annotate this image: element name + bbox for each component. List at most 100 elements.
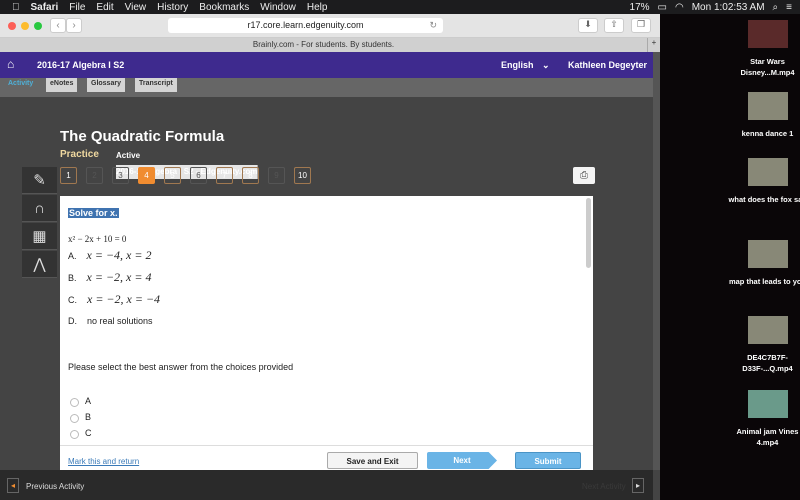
- chevron-down-icon[interactable]: ⌄: [542, 60, 550, 71]
- battery-icon[interactable]: ▭: [658, 2, 667, 13]
- question-9-button: 9: [268, 167, 285, 184]
- menu-bookmarks[interactable]: Bookmarks: [199, 2, 249, 13]
- question-8-button[interactable]: 8: [242, 167, 259, 184]
- file-name: Animal jam Vines 4.mp4: [736, 427, 799, 447]
- previous-activity-link[interactable]: Previous Activity: [26, 482, 84, 491]
- question-4-button[interactable]: 4: [138, 167, 155, 184]
- tab-enotes[interactable]: eNotes: [46, 78, 78, 92]
- file-thumbnail: [747, 20, 788, 48]
- user-name[interactable]: Kathleen Degeyter: [568, 60, 647, 70]
- menu-view[interactable]: View: [125, 2, 147, 13]
- question-5-button[interactable]: 5: [164, 167, 181, 184]
- option-c: C. x = −2, x = −4: [68, 292, 160, 307]
- question-1-button[interactable]: 1: [60, 167, 77, 184]
- radio-a[interactable]: [70, 398, 79, 407]
- zoom-window-button[interactable]: [34, 22, 42, 30]
- desktop-file[interactable]: map that leads to you: [725, 240, 800, 287]
- language-select[interactable]: English: [501, 60, 534, 70]
- option-text: no real solutions: [87, 316, 153, 326]
- radio-label-a[interactable]: A: [85, 396, 91, 406]
- file-thumbnail: [747, 92, 788, 120]
- url-text: r17.core.learn.edgenuity.com: [247, 20, 364, 30]
- back-button[interactable]: ‹: [50, 18, 66, 33]
- panel-footer: Mark this and return Save and Exit Next …: [60, 445, 593, 470]
- menu-edit[interactable]: Edit: [96, 2, 113, 13]
- next-activity-link: Next Activity: [582, 482, 626, 491]
- option-text: x = −4, x = 2: [86, 248, 152, 262]
- notification-icon[interactable]: ≡: [786, 2, 792, 13]
- desktop-file[interactable]: DE4C7B7F-D33F-...Q.mp4: [725, 316, 800, 374]
- home-icon[interactable]: ⌂: [7, 57, 14, 71]
- submit-button[interactable]: Submit: [515, 452, 581, 469]
- course-header: ⌂ 2016-17 Algebra I S2 English ⌄ Kathlee…: [0, 52, 653, 78]
- menu-window[interactable]: Window: [260, 2, 296, 13]
- downloads-button[interactable]: ⬇: [578, 18, 598, 33]
- panel-scrollbar[interactable]: [586, 198, 591, 268]
- menu-app[interactable]: Safari: [31, 2, 59, 13]
- tab-glossary[interactable]: Glossary: [87, 78, 125, 92]
- mark-and-return-link[interactable]: Mark this and return: [68, 457, 139, 466]
- battery-percent[interactable]: 17%: [630, 2, 650, 13]
- option-letter: B.: [68, 273, 77, 283]
- previous-arrow-icon[interactable]: ◂: [7, 478, 19, 493]
- headphones-tool-icon[interactable]: ∩: [22, 195, 57, 222]
- file-name: DE4C7B7F-D33F-...Q.mp4: [742, 353, 793, 373]
- desktop-file[interactable]: kenna dance 1: [725, 92, 800, 139]
- option-letter: C.: [68, 295, 77, 305]
- forward-button[interactable]: ›: [66, 18, 82, 33]
- save-exit-button[interactable]: Save and Exit: [327, 452, 418, 469]
- window-scrollbar[interactable]: [653, 52, 660, 470]
- minimize-window-button[interactable]: [21, 22, 29, 30]
- question-3-button: 3: [112, 167, 129, 184]
- file-thumbnail: [747, 390, 788, 418]
- option-d: D. no real solutions: [68, 316, 153, 326]
- question-10-button[interactable]: 10: [294, 167, 311, 184]
- question-7-button[interactable]: 7: [216, 167, 233, 184]
- next-button[interactable]: Next: [427, 452, 497, 469]
- file-name: kenna dance 1: [741, 129, 794, 138]
- reload-icon[interactable]: ↻: [429, 18, 437, 33]
- menu-help[interactable]: Help: [307, 2, 328, 13]
- instruction: Please select the best answer from the c…: [68, 362, 294, 372]
- pencil-tool-icon[interactable]: ✎: [22, 167, 57, 194]
- equation: x² − 2x + 10 = 0: [68, 234, 127, 244]
- menu-file[interactable]: File: [69, 2, 85, 13]
- tab-brainly[interactable]: Brainly.com - For students. By students.: [0, 38, 648, 52]
- question-6-button: 6: [190, 167, 207, 184]
- file-thumbnail: [747, 240, 788, 268]
- option-b: B. x = −2, x = 4: [68, 270, 151, 285]
- tab-activity[interactable]: Activity: [4, 78, 38, 92]
- share-button[interactable]: ⇧: [604, 18, 624, 33]
- address-bar[interactable]: r17.core.learn.edgenuity.com ↻: [168, 18, 443, 33]
- file-thumbnail: [747, 158, 788, 186]
- spotlight-icon[interactable]: ⌕: [773, 2, 779, 13]
- file-name: Star Wars Disney...M.mp4: [740, 57, 795, 77]
- tab-transcript[interactable]: Transcript: [135, 78, 177, 92]
- radio-b[interactable]: [70, 414, 79, 423]
- activity-tabs: Activity eNotes Glossary Transcript: [0, 78, 653, 97]
- close-window-button[interactable]: [8, 22, 16, 30]
- radio-label-c[interactable]: C: [85, 428, 92, 438]
- new-tab-button[interactable]: +: [648, 38, 660, 52]
- question-prompt: Solve for x.: [68, 208, 119, 218]
- tabs-overview-button[interactable]: ❐: [631, 18, 651, 33]
- file-thumbnail: [747, 316, 788, 344]
- desktop-file[interactable]: what does the fox say: [725, 158, 800, 205]
- calculator-tool-icon[interactable]: ▦: [22, 223, 57, 250]
- next-arrow-icon[interactable]: ▸: [632, 478, 644, 493]
- option-letter: D.: [68, 316, 77, 326]
- print-button[interactable]: ⎙: [573, 167, 595, 184]
- file-name: what does the fox say: [728, 195, 800, 204]
- course-title: 2016-17 Algebra I S2: [37, 60, 125, 70]
- clock[interactable]: Mon 1:02:53 AM: [692, 2, 765, 13]
- option-letter: A.: [68, 251, 77, 261]
- formula-tool-icon[interactable]: ⋀: [22, 251, 57, 278]
- option-text: x = −2, x = 4: [86, 270, 152, 284]
- apple-icon[interactable]: : [12, 2, 20, 13]
- radio-c[interactable]: [70, 430, 79, 439]
- radio-label-b[interactable]: B: [85, 412, 91, 422]
- menu-history[interactable]: History: [157, 2, 188, 13]
- desktop-file[interactable]: Star Wars Disney...M.mp4: [725, 20, 800, 78]
- desktop-file[interactable]: Animal jam Vines 4.mp4: [725, 390, 800, 448]
- wifi-icon[interactable]: ◠: [675, 2, 684, 13]
